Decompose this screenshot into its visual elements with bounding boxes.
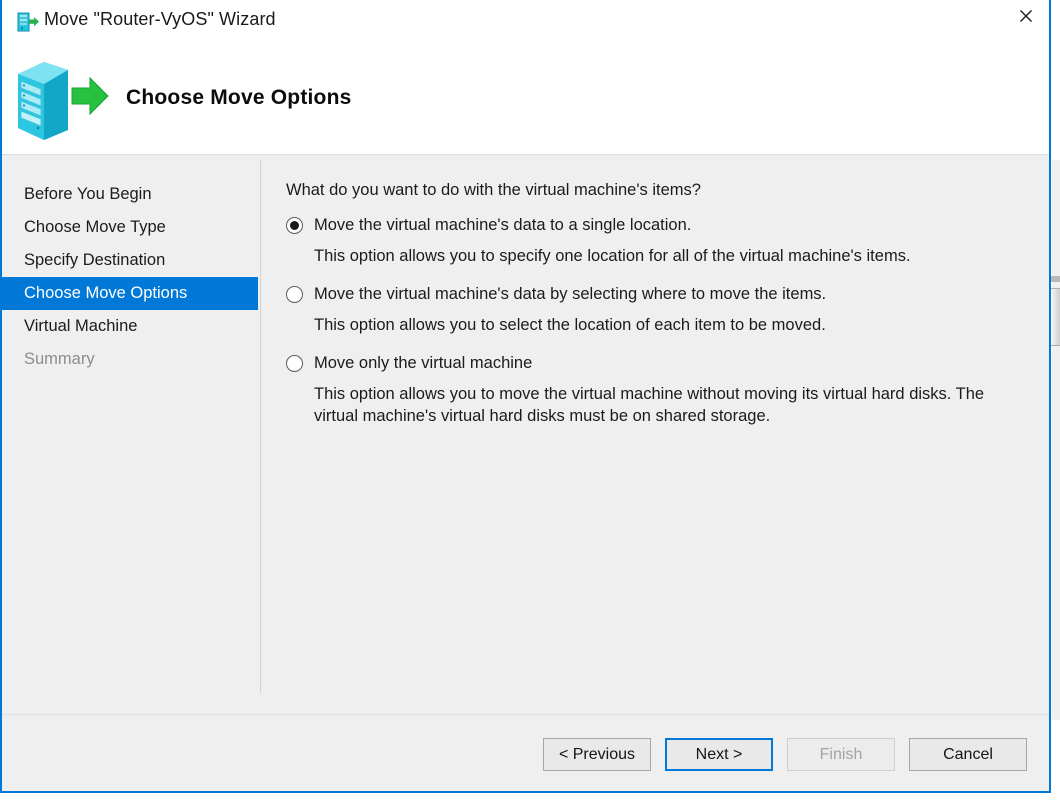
move-option-select-items: Move the virtual machine's data by selec… (286, 283, 1034, 336)
radio-button-single-location[interactable] (286, 217, 303, 234)
footer-buttons: < Previous Next > Finish Cancel (543, 738, 1027, 771)
radio-label-single-location: Move the virtual machine's data to a sin… (314, 216, 692, 234)
radio-description-select-items: This option allows you to select the loc… (314, 316, 826, 334)
sidebar-item-choose-move-type[interactable]: Choose Move Type (2, 211, 258, 244)
move-option-single-location: Move the virtual machine's data to a sin… (286, 214, 1034, 267)
radio-row-select-items[interactable]: Move the virtual machine's data by selec… (286, 283, 1034, 307)
finish-button: Finish (787, 738, 895, 771)
header-banner: Choose Move Options (2, 44, 1049, 155)
radio-label-select-items: Move the virtual machine's data by selec… (314, 285, 827, 303)
cancel-button[interactable]: Cancel (909, 738, 1027, 771)
server-move-icon (16, 10, 40, 34)
move-options-radio-group: Move the virtual machine's data to a sin… (286, 214, 1034, 427)
next-button[interactable]: Next > (665, 738, 773, 771)
radio-button-vm-only[interactable] (286, 355, 303, 372)
window-title: Move "Router-VyOS" Wizard (44, 9, 276, 29)
radio-label-vm-only: Move only the virtual machine (314, 354, 533, 372)
radio-button-select-items[interactable] (286, 286, 303, 303)
sidebar-item-specify-destination[interactable]: Specify Destination (2, 244, 258, 277)
footer-bar: < Previous Next > Finish Cancel (2, 715, 1049, 790)
sidebar-item-virtual-machine[interactable]: Virtual Machine (2, 310, 258, 343)
background-scrollbar-thumb[interactable] (1051, 288, 1060, 346)
main-content: What do you want to do with the virtual … (286, 156, 1034, 443)
wizard-body: Before You Begin Choose Move Type Specif… (2, 156, 1049, 713)
wizard-dialog: Move "Router-VyOS" Wizard Choose Move Op… (0, 0, 1051, 793)
close-icon[interactable] (1003, 0, 1049, 32)
background-scrollbar-track[interactable] (1052, 160, 1060, 720)
server-move-banner-icon (10, 58, 110, 142)
radio-row-vm-only[interactable]: Move only the virtual machine (286, 352, 1034, 376)
content-question: What do you want to do with the virtual … (286, 181, 701, 199)
sidebar-item-choose-move-options[interactable]: Choose Move Options (2, 277, 258, 310)
radio-description-vm-only: This option allows you to move the virtu… (314, 385, 985, 425)
page-title: Choose Move Options (126, 86, 352, 109)
steps-navigation: Before You Begin Choose Move Type Specif… (2, 156, 258, 376)
radio-row-single-location[interactable]: Move the virtual machine's data to a sin… (286, 214, 1034, 238)
sidebar-item-before-you-begin[interactable]: Before You Begin (2, 178, 258, 211)
radio-description-single-location: This option allows you to specify one lo… (314, 247, 911, 265)
move-option-vm-only: Move only the virtual machine This optio… (286, 352, 1034, 427)
background-scrollbar-button[interactable] (1051, 276, 1060, 282)
title-bar[interactable]: Move "Router-VyOS" Wizard (2, 0, 1049, 44)
sidebar-divider (260, 160, 261, 693)
sidebar-item-summary: Summary (24, 350, 95, 368)
previous-button[interactable]: < Previous (543, 738, 651, 771)
